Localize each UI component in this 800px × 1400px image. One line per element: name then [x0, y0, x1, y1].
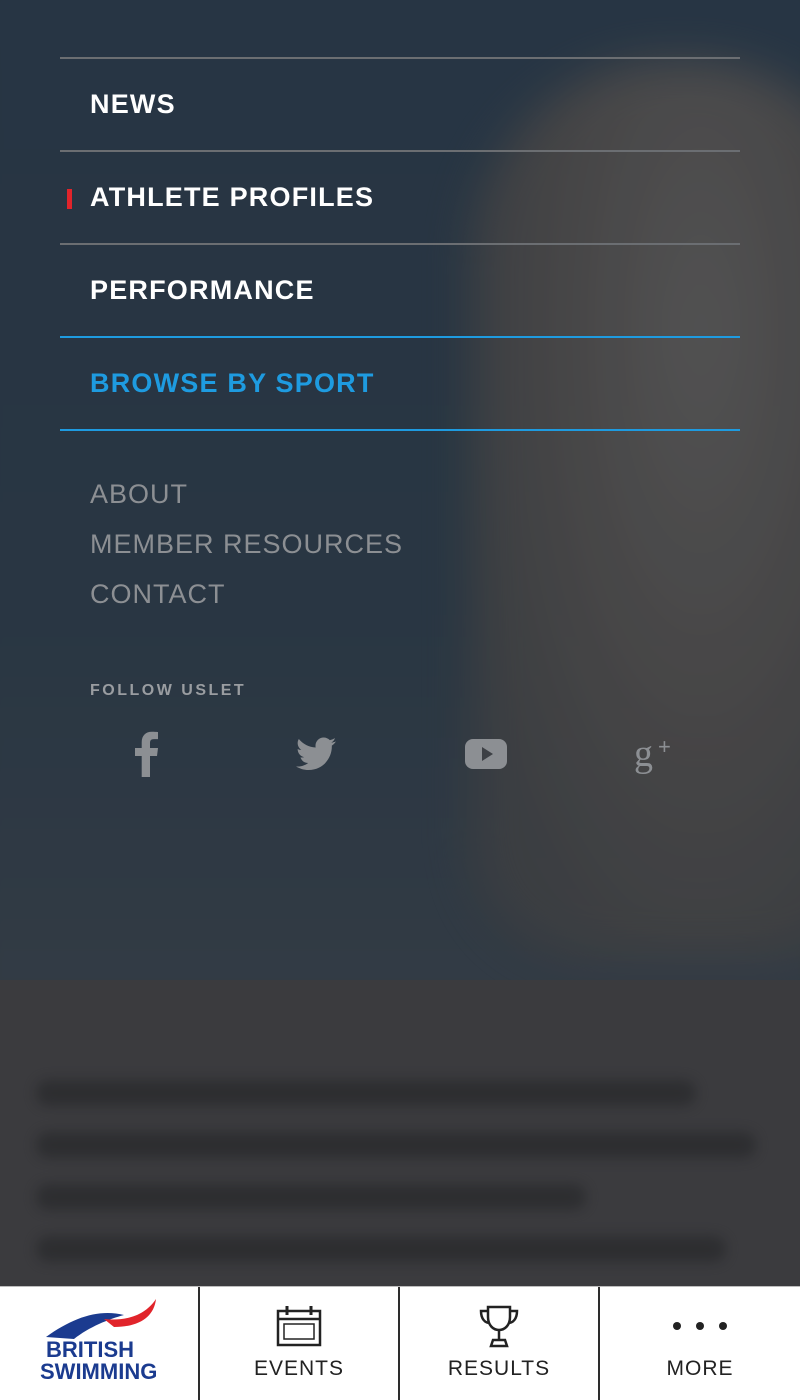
svg-text:+: +: [658, 734, 671, 759]
menu-link-about[interactable]: ABOUT: [90, 475, 403, 525]
menu-item-browse-by-sport[interactable]: BROWSE BY SPORT: [60, 336, 740, 431]
youtube-icon[interactable]: [456, 726, 516, 782]
google-plus-icon[interactable]: g +: [626, 726, 686, 782]
secondary-menu: ABOUT MEMBER RESOURCES CONTACT: [90, 475, 403, 625]
menu-link-contact[interactable]: CONTACT: [90, 575, 403, 625]
facebook-icon[interactable]: [116, 726, 176, 782]
tab-more-label: MORE: [666, 1357, 734, 1380]
menu-item-athlete-profiles[interactable]: ATHLETE PROFILES: [60, 150, 740, 243]
tab-events[interactable]: EVENTS: [200, 1287, 400, 1400]
trophy-icon: [479, 1305, 519, 1348]
more-dots-icon: [673, 1322, 727, 1330]
calendar-icon: [276, 1306, 322, 1347]
logo-text-line2: SWIMMING: [40, 1359, 158, 1384]
follow-us-label: FOLLOW USLET: [90, 682, 247, 699]
menu-item-label: ATHLETE PROFILES: [90, 182, 375, 212]
menu-item-label: PERFORMANCE: [90, 275, 315, 305]
tab-home-logo[interactable]: BRITISH SWIMMING: [0, 1287, 200, 1400]
menu-item-label: BROWSE BY SPORT: [90, 368, 375, 398]
menu-item-news[interactable]: NEWS: [60, 57, 740, 150]
menu-item-label: NEWS: [90, 89, 176, 119]
menu-item-performance[interactable]: PERFORMANCE: [60, 243, 740, 336]
main-menu: NEWS ATHLETE PROFILES PERFORMANCE BROWSE…: [60, 57, 740, 431]
tab-results[interactable]: RESULTS: [400, 1287, 600, 1400]
svg-text:g: g: [634, 734, 653, 774]
menu-link-member-resources[interactable]: MEMBER RESOURCES: [90, 525, 403, 575]
tab-events-label: EVENTS: [253, 1357, 345, 1380]
twitter-icon[interactable]: [286, 726, 346, 782]
bottom-tab-bar: BRITISH SWIMMING EVENTS RESULTS MORE: [0, 1286, 800, 1400]
tab-results-label: RESULTS: [447, 1357, 551, 1380]
tab-more[interactable]: MORE: [600, 1287, 800, 1400]
